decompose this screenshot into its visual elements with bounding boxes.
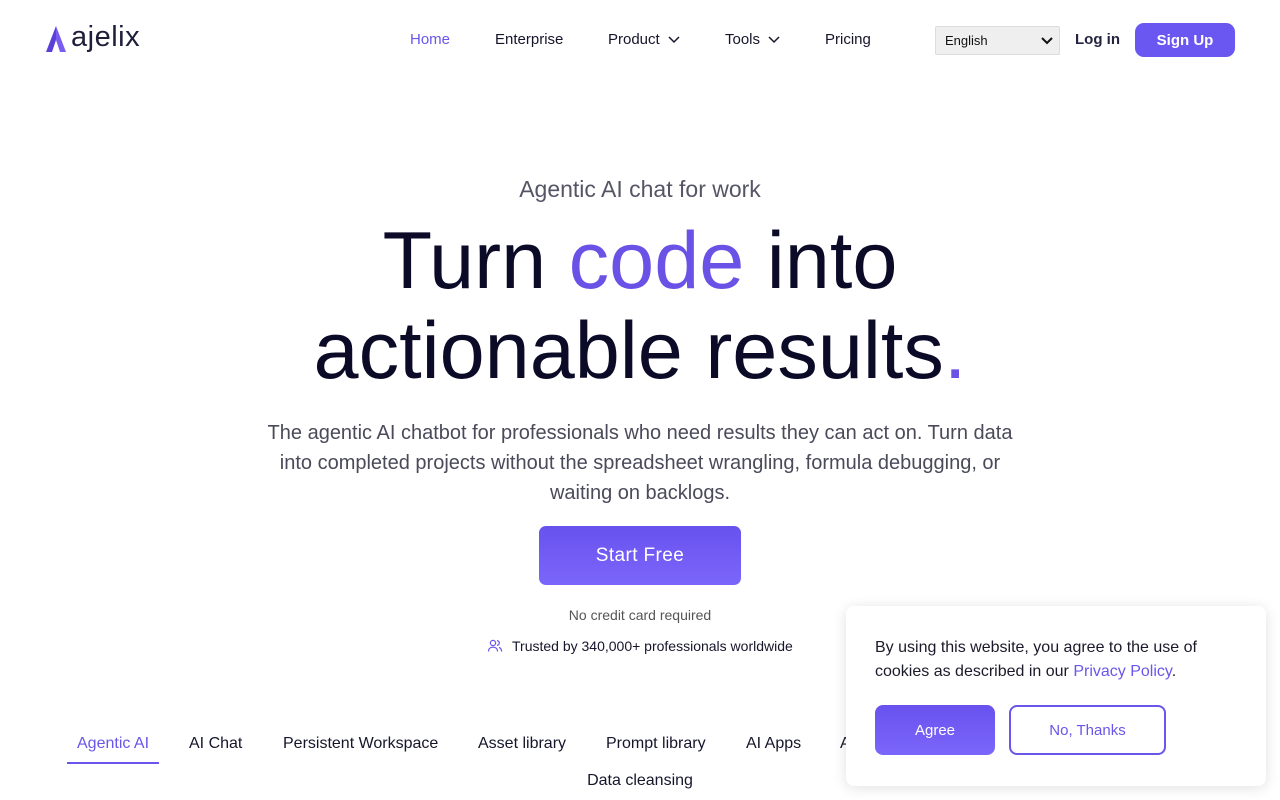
signup-button[interactable]: Sign Up [1135,23,1235,57]
trusted-by-note: Trusted by 340,000+ professionals worldw… [487,638,793,654]
cookie-agree-button[interactable]: Agree [875,705,995,755]
ajelix-logo-mark-icon [46,26,66,52]
nav-home-label: Home [410,31,451,48]
nav-enterprise[interactable]: Enterprise [495,31,563,48]
nav-product-label: Product [608,31,660,48]
privacy-policy-link[interactable]: Privacy Policy [1073,663,1171,680]
login-link[interactable]: Log in [1075,31,1120,48]
nav-tools-label: Tools [725,31,761,48]
logo-wordmark: ajelix [71,21,141,53]
trusted-by-text: Trusted by 340,000+ professionals worldw… [512,638,793,654]
tab-ai-chat[interactable]: AI Chat [179,735,252,763]
nav-product[interactable]: Product [608,31,680,48]
headline-accent-word: code [568,216,745,306]
tab-prompt-library[interactable]: Prompt library [596,735,716,763]
ajelix-logo[interactable]: ajelix [45,21,141,53]
users-icon [487,639,503,652]
language-select-value: English [945,33,988,48]
chevron-down-icon [1041,36,1053,44]
chevron-down-icon [768,35,780,43]
tab-agentic-ai[interactable]: Agentic AI [67,735,160,764]
cookie-decline-button[interactable]: No, Thanks [1009,705,1166,755]
language-select[interactable]: English [935,26,1060,55]
tab-ai-apps[interactable]: AI Apps [736,735,811,763]
hero-subtext: The agentic AI chatbot for professionals… [267,422,1013,504]
start-free-button[interactable]: Start Free [539,526,741,585]
cookie-banner: By using this website, you agree to the … [846,606,1266,786]
hero-headline: Turn code into actionable results. [0,216,1280,396]
cookie-message: By using this website, you agree to the … [875,636,1237,684]
headline-dot: . [943,306,967,396]
nav-tools[interactable]: Tools [725,31,780,48]
cookie-text-after: . [1171,663,1177,680]
nav-pricing[interactable]: Pricing [825,31,871,48]
headline-part2: into [744,216,898,306]
headline-line2: actionable results [313,306,944,396]
chevron-down-icon [668,35,680,43]
tab-persistent-workspace[interactable]: Persistent Workspace [273,735,448,763]
tab-asset-library[interactable]: Asset library [468,735,576,763]
nav-enterprise-label: Enterprise [495,31,564,48]
nav-pricing-label: Pricing [825,31,871,48]
headline-part1: Turn [382,216,569,306]
nav-home[interactable]: Home [410,31,450,48]
hero-eyebrow: Agentic AI chat for work [519,176,761,202]
